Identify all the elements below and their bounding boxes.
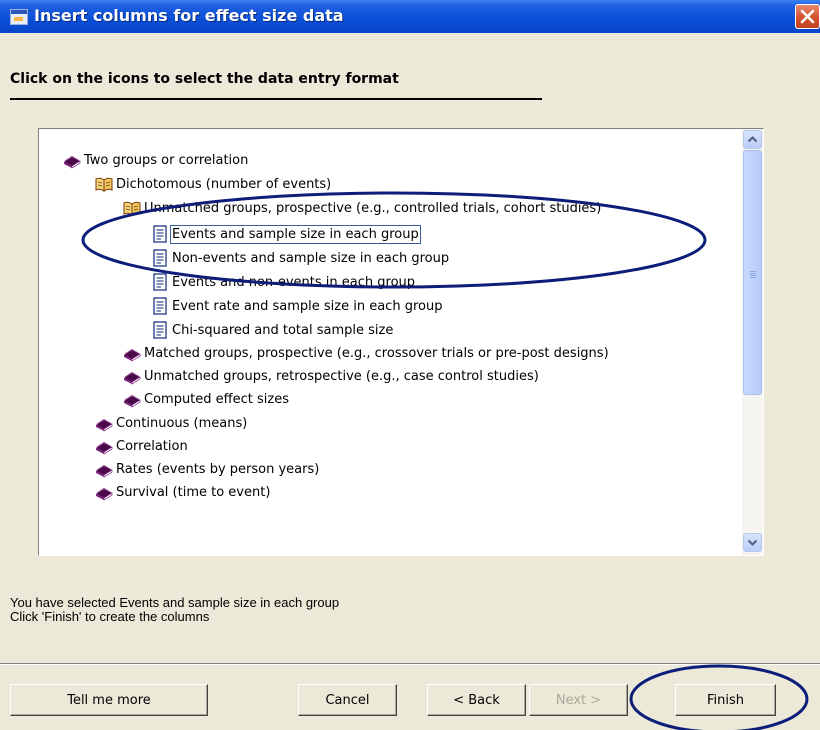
tree-item-label: Continuous (means)	[116, 415, 248, 431]
closed-book-icon[interactable]	[95, 414, 113, 432]
tree-item-label: Unmatched groups, prospective (e.g., con…	[144, 200, 602, 216]
thumb-grip	[750, 273, 756, 274]
footer-divider	[0, 663, 820, 665]
chevron-up-icon	[747, 136, 758, 143]
cancel-button[interactable]: Cancel	[298, 684, 397, 716]
thumb-grip	[750, 275, 756, 276]
tree-item-label: Computed effect sizes	[144, 391, 289, 407]
closed-book-icon[interactable]	[63, 151, 81, 169]
thumb-grip	[750, 277, 756, 278]
chevron-down-icon	[747, 539, 758, 546]
tree-item-label: Non-events and sample size in each group	[172, 250, 450, 266]
tree-item-label: Correlation	[116, 438, 188, 454]
tree-scrollbar[interactable]	[742, 129, 763, 555]
back-button[interactable]: < Back	[427, 684, 526, 716]
window-title: Insert columns for effect size data	[34, 6, 344, 25]
closed-book-icon[interactable]	[123, 367, 141, 385]
page-icon[interactable]	[151, 297, 169, 315]
tree-item[interactable]: Non-events and sample size in each group	[151, 247, 449, 269]
tree-item-selected[interactable]: Events and sample size in each group	[151, 223, 421, 245]
finish-button[interactable]: Finish	[675, 684, 776, 716]
open-book-icon[interactable]	[95, 175, 113, 193]
tree-item[interactable]: Events and non-events in each group	[151, 271, 415, 293]
thumb-grip	[750, 271, 756, 272]
scroll-thumb[interactable]	[743, 150, 762, 395]
closed-book-icon[interactable]	[95, 460, 113, 478]
tree-item-label: Matched groups, prospective (e.g., cross…	[144, 345, 609, 361]
tree-item-label: Event rate and sample size in each group	[172, 298, 443, 314]
tree-item-label: Chi-squared and total sample size	[172, 322, 394, 338]
closed-book-icon[interactable]	[123, 344, 141, 362]
tree-item[interactable]: Survival (time to event)	[95, 481, 270, 503]
status-line-selected: You have selected Events and sample size…	[10, 595, 340, 610]
status-line-hint: Click 'Finish' to create the columns	[10, 609, 210, 624]
window-icon	[10, 9, 28, 25]
tree-item-label: Events and non-events in each group	[172, 274, 416, 290]
page-icon[interactable]	[151, 225, 169, 243]
closed-book-icon[interactable]	[123, 390, 141, 408]
tree-item[interactable]: Dichotomous (number of events)	[95, 173, 331, 195]
tree-item[interactable]: Matched groups, prospective (e.g., cross…	[123, 342, 609, 364]
tree-item-label: Unmatched groups, retrospective (e.g., c…	[144, 368, 539, 384]
tree-item[interactable]: Correlation	[95, 435, 188, 457]
instruction-heading: Click on the icons to select the data en…	[10, 71, 399, 87]
page-icon[interactable]	[151, 273, 169, 291]
heading-divider	[10, 98, 542, 100]
tree-item[interactable]: Two groups or correlation	[63, 149, 248, 171]
next-button[interactable]: Next >	[529, 684, 628, 716]
selection-status: You have selected Events and sample size…	[10, 596, 339, 624]
tree-item-label: Dichotomous (number of events)	[116, 176, 332, 192]
open-book-icon[interactable]	[123, 199, 141, 217]
tree-item[interactable]: Computed effect sizes	[123, 388, 289, 410]
tree-item-label: Events and sample size in each group	[170, 224, 421, 244]
tree-item-label: Two groups or correlation	[84, 152, 249, 168]
title-bar[interactable]: Insert columns for effect size data	[0, 0, 820, 33]
data-format-tree[interactable]: Two groups or correlation Dichotomous (nu…	[38, 128, 764, 556]
tree-item[interactable]: Continuous (means)	[95, 412, 247, 434]
tree-item[interactable]: Chi-squared and total sample size	[151, 319, 393, 341]
scroll-down-button[interactable]	[743, 533, 762, 552]
tree-item[interactable]: Unmatched groups, retrospective (e.g., c…	[123, 365, 539, 387]
tree-item[interactable]: Rates (events by person years)	[95, 458, 319, 480]
scroll-up-button[interactable]	[743, 130, 762, 149]
tree-item-label: Survival (time to event)	[116, 484, 271, 500]
tree-item-label: Rates (events by person years)	[116, 461, 320, 477]
close-icon	[800, 9, 815, 24]
tree-item[interactable]: Unmatched groups, prospective (e.g., con…	[123, 197, 601, 219]
tell-me-more-button[interactable]: Tell me more	[10, 684, 208, 716]
page-icon[interactable]	[151, 249, 169, 267]
closed-book-icon[interactable]	[95, 483, 113, 501]
page-icon[interactable]	[151, 321, 169, 339]
close-button[interactable]	[795, 4, 820, 29]
tree-item[interactable]: Event rate and sample size in each group	[151, 295, 442, 317]
closed-book-icon[interactable]	[95, 437, 113, 455]
